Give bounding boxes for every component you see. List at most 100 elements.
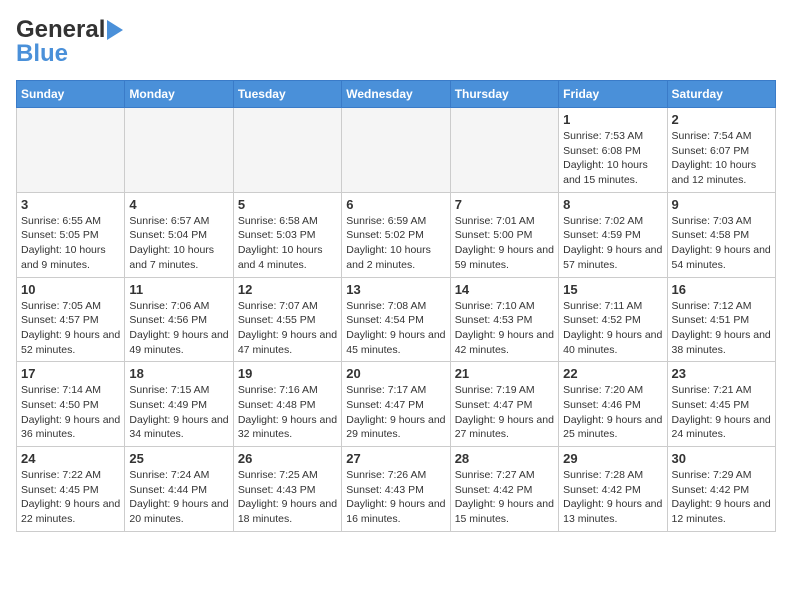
calendar-cell: 1 Sunrise: 7:53 AMSunset: 6:08 PMDaylight… bbox=[559, 108, 667, 193]
header: General Blue bbox=[16, 16, 776, 68]
logo-blue: Blue bbox=[16, 40, 68, 68]
calendar-cell: 5 Sunrise: 6:58 AMSunset: 5:03 PMDaylight… bbox=[233, 192, 341, 277]
calendar-cell: 30 Sunrise: 7:29 AMSunset: 4:42 PMDayligh… bbox=[667, 447, 775, 532]
calendar-cell: 3 Sunrise: 6:55 AMSunset: 5:05 PMDaylight… bbox=[17, 192, 125, 277]
day-info: Sunrise: 7:07 AMSunset: 4:55 PMDaylight:… bbox=[238, 299, 337, 358]
day-info: Sunrise: 6:58 AMSunset: 5:03 PMDaylight:… bbox=[238, 214, 337, 273]
day-number: 2 bbox=[672, 112, 771, 127]
calendar-cell: 7Sunrise: 7:01 AMSunset: 5:00 PMDaylight… bbox=[450, 192, 558, 277]
day-number: 17 bbox=[21, 366, 120, 381]
weekday-header-thursday: Thursday bbox=[450, 81, 558, 108]
day-number: 8 bbox=[563, 197, 662, 212]
calendar-cell: 28 Sunrise: 7:27 AMSunset: 4:42 PMDayligh… bbox=[450, 447, 558, 532]
day-info: Sunrise: 7:53 AMSunset: 6:08 PMDaylight:… bbox=[563, 129, 662, 188]
day-number: 26 bbox=[238, 451, 337, 466]
day-info: Sunrise: 7:20 AMSunset: 4:46 PMDaylight:… bbox=[563, 383, 662, 442]
day-number: 28 bbox=[455, 451, 554, 466]
day-info: Sunrise: 7:02 AMSunset: 4:59 PMDaylight:… bbox=[563, 214, 662, 273]
calendar-cell: 9 Sunrise: 7:03 AMSunset: 4:58 PMDaylight… bbox=[667, 192, 775, 277]
calendar-cell: 21Sunrise: 7:19 AMSunset: 4:47 PMDayligh… bbox=[450, 362, 558, 447]
calendar-cell: 12 Sunrise: 7:07 AMSunset: 4:55 PMDayligh… bbox=[233, 277, 341, 362]
logo-arrow-icon bbox=[107, 20, 123, 40]
day-info: Sunrise: 7:12 AMSunset: 4:51 PMDaylight:… bbox=[672, 299, 771, 358]
calendar-week-row: 3 Sunrise: 6:55 AMSunset: 5:05 PMDaylight… bbox=[17, 192, 776, 277]
day-number: 24 bbox=[21, 451, 120, 466]
weekday-header-friday: Friday bbox=[559, 81, 667, 108]
calendar-cell bbox=[125, 108, 233, 193]
logo-general: General bbox=[16, 16, 105, 43]
day-info: Sunrise: 7:16 AMSunset: 4:48 PMDaylight:… bbox=[238, 383, 337, 442]
calendar-cell: 13 Sunrise: 7:08 AMSunset: 4:54 PMDayligh… bbox=[342, 277, 450, 362]
calendar-cell: 29 Sunrise: 7:28 AMSunset: 4:42 PMDayligh… bbox=[559, 447, 667, 532]
calendar-cell: 24 Sunrise: 7:22 AMSunset: 4:45 PMDayligh… bbox=[17, 447, 125, 532]
day-info: Sunrise: 6:57 AMSunset: 5:04 PMDaylight:… bbox=[129, 214, 228, 273]
day-number: 13 bbox=[346, 282, 445, 297]
day-number: 3 bbox=[21, 197, 120, 212]
day-info: Sunrise: 7:06 AMSunset: 4:56 PMDaylight:… bbox=[129, 299, 228, 358]
day-info: Sunrise: 7:24 AMSunset: 4:44 PMDaylight:… bbox=[129, 468, 228, 527]
calendar-cell bbox=[450, 108, 558, 193]
day-number: 20 bbox=[346, 366, 445, 381]
calendar-cell: 6 Sunrise: 6:59 AMSunset: 5:02 PMDaylight… bbox=[342, 192, 450, 277]
day-number: 18 bbox=[129, 366, 228, 381]
weekday-header-row: SundayMondayTuesdayWednesdayThursdayFrid… bbox=[17, 81, 776, 108]
day-number: 21 bbox=[455, 366, 554, 381]
calendar-cell: 16 Sunrise: 7:12 AMSunset: 4:51 PMDayligh… bbox=[667, 277, 775, 362]
calendar-cell: 4 Sunrise: 6:57 AMSunset: 5:04 PMDaylight… bbox=[125, 192, 233, 277]
day-info: Sunrise: 7:17 AMSunset: 4:47 PMDaylight:… bbox=[346, 383, 445, 442]
weekday-header-tuesday: Tuesday bbox=[233, 81, 341, 108]
day-info: Sunrise: 7:22 AMSunset: 4:45 PMDaylight:… bbox=[21, 468, 120, 527]
day-info: Sunrise: 7:25 AMSunset: 4:43 PMDaylight:… bbox=[238, 468, 337, 527]
day-info: Sunrise: 7:29 AMSunset: 4:42 PMDaylight:… bbox=[672, 468, 771, 527]
calendar-week-row: 10Sunrise: 7:05 AMSunset: 4:57 PMDayligh… bbox=[17, 277, 776, 362]
calendar-cell: 2Sunrise: 7:54 AMSunset: 6:07 PMDaylight… bbox=[667, 108, 775, 193]
calendar-cell: 23 Sunrise: 7:21 AMSunset: 4:45 PMDayligh… bbox=[667, 362, 775, 447]
logo: General Blue bbox=[16, 16, 105, 68]
day-number: 12 bbox=[238, 282, 337, 297]
calendar-cell: 22Sunrise: 7:20 AMSunset: 4:46 PMDayligh… bbox=[559, 362, 667, 447]
day-number: 30 bbox=[672, 451, 771, 466]
day-info: Sunrise: 7:28 AMSunset: 4:42 PMDaylight:… bbox=[563, 468, 662, 527]
day-info: Sunrise: 6:59 AMSunset: 5:02 PMDaylight:… bbox=[346, 214, 445, 273]
day-info: Sunrise: 7:10 AMSunset: 4:53 PMDaylight:… bbox=[455, 299, 554, 358]
day-number: 6 bbox=[346, 197, 445, 212]
calendar-cell: 17 Sunrise: 7:14 AMSunset: 4:50 PMDayligh… bbox=[17, 362, 125, 447]
calendar-cell: 18Sunrise: 7:15 AMSunset: 4:49 PMDayligh… bbox=[125, 362, 233, 447]
calendar: SundayMondayTuesdayWednesdayThursdayFrid… bbox=[16, 80, 776, 532]
calendar-cell bbox=[233, 108, 341, 193]
day-number: 19 bbox=[238, 366, 337, 381]
day-number: 14 bbox=[455, 282, 554, 297]
day-number: 1 bbox=[563, 112, 662, 127]
day-number: 25 bbox=[129, 451, 228, 466]
weekday-header-saturday: Saturday bbox=[667, 81, 775, 108]
day-number: 16 bbox=[672, 282, 771, 297]
day-info: Sunrise: 7:26 AMSunset: 4:43 PMDaylight:… bbox=[346, 468, 445, 527]
day-info: Sunrise: 7:03 AMSunset: 4:58 PMDaylight:… bbox=[672, 214, 771, 273]
day-info: Sunrise: 7:08 AMSunset: 4:54 PMDaylight:… bbox=[346, 299, 445, 358]
calendar-week-row: 17 Sunrise: 7:14 AMSunset: 4:50 PMDayligh… bbox=[17, 362, 776, 447]
calendar-cell: 8 Sunrise: 7:02 AMSunset: 4:59 PMDaylight… bbox=[559, 192, 667, 277]
calendar-cell bbox=[17, 108, 125, 193]
day-number: 5 bbox=[238, 197, 337, 212]
day-number: 4 bbox=[129, 197, 228, 212]
calendar-cell: 20 Sunrise: 7:17 AMSunset: 4:47 PMDayligh… bbox=[342, 362, 450, 447]
day-number: 27 bbox=[346, 451, 445, 466]
day-info: Sunrise: 6:55 AMSunset: 5:05 PMDaylight:… bbox=[21, 214, 120, 273]
calendar-week-row: 1 Sunrise: 7:53 AMSunset: 6:08 PMDaylight… bbox=[17, 108, 776, 193]
day-info: Sunrise: 7:14 AMSunset: 4:50 PMDaylight:… bbox=[21, 383, 120, 442]
calendar-cell: 26 Sunrise: 7:25 AMSunset: 4:43 PMDayligh… bbox=[233, 447, 341, 532]
day-number: 7 bbox=[455, 197, 554, 212]
calendar-cell: 27 Sunrise: 7:26 AMSunset: 4:43 PMDayligh… bbox=[342, 447, 450, 532]
day-number: 29 bbox=[563, 451, 662, 466]
weekday-header-wednesday: Wednesday bbox=[342, 81, 450, 108]
calendar-cell: 25 Sunrise: 7:24 AMSunset: 4:44 PMDayligh… bbox=[125, 447, 233, 532]
day-info: Sunrise: 7:05 AMSunset: 4:57 PMDaylight:… bbox=[21, 299, 120, 358]
calendar-cell: 11 Sunrise: 7:06 AMSunset: 4:56 PMDayligh… bbox=[125, 277, 233, 362]
day-info: Sunrise: 7:21 AMSunset: 4:45 PMDaylight:… bbox=[672, 383, 771, 442]
calendar-cell bbox=[342, 108, 450, 193]
day-number: 23 bbox=[672, 366, 771, 381]
day-number: 11 bbox=[129, 282, 228, 297]
day-info: Sunrise: 7:27 AMSunset: 4:42 PMDaylight:… bbox=[455, 468, 554, 527]
calendar-cell: 14 Sunrise: 7:10 AMSunset: 4:53 PMDayligh… bbox=[450, 277, 558, 362]
day-number: 9 bbox=[672, 197, 771, 212]
